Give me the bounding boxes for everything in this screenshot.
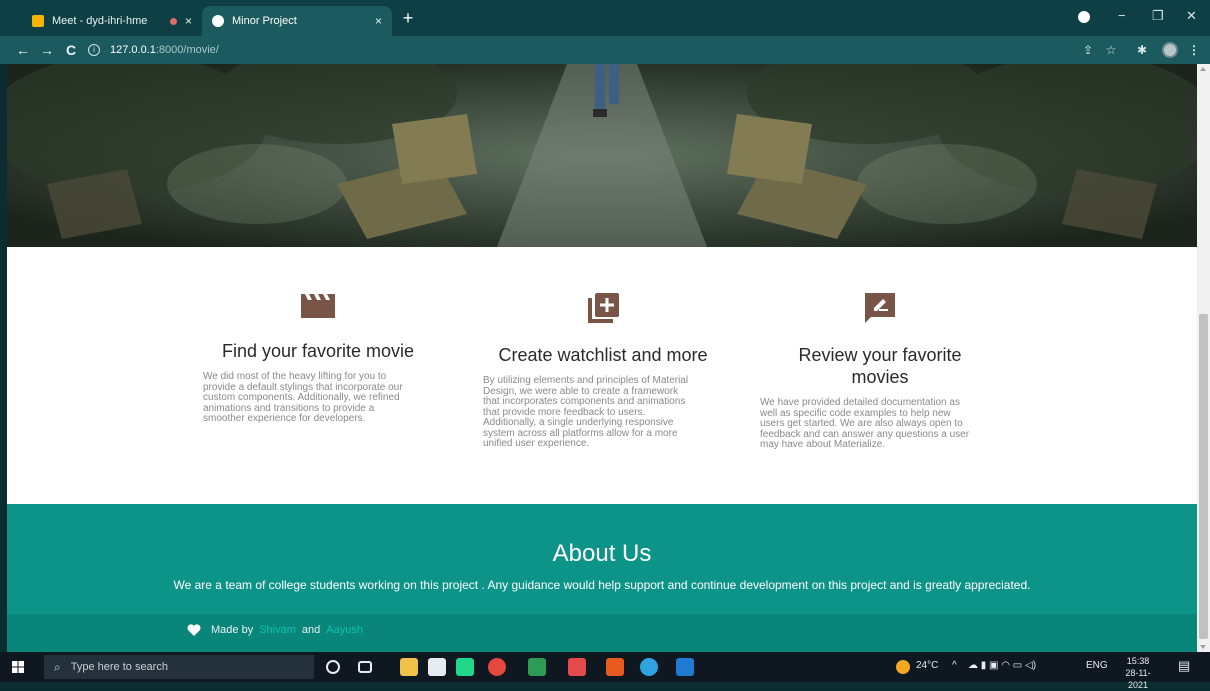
feature-title: Find your favorite movie xyxy=(221,341,415,361)
profile-avatar[interactable] xyxy=(1162,42,1178,58)
tab-title: Meet - dyd-ihri-hme xyxy=(52,15,148,27)
browser-toolbar: ← → C i 127.0.0.1 :8000/movie/ ⇪ ☆ ✱ ⋮ xyxy=(0,36,1210,64)
feature-review-movies: Review your favorite movies We have prov… xyxy=(760,290,1000,451)
share-icon[interactable]: ⇪ xyxy=(1080,42,1096,58)
chrome-icon[interactable] xyxy=(488,658,506,676)
scroll-up-icon[interactable] xyxy=(1200,67,1206,71)
close-tab-icon[interactable]: × xyxy=(185,14,192,28)
scrollbar-thumb[interactable] xyxy=(1199,314,1208,639)
cortana-icon[interactable] xyxy=(326,660,340,674)
task-view-icon[interactable] xyxy=(358,661,372,673)
author-link-aayush[interactable]: Aayush xyxy=(326,624,363,636)
profile-indicator-icon[interactable] xyxy=(1078,11,1090,23)
window-border xyxy=(0,64,7,652)
heart-icon xyxy=(187,624,201,636)
restore-button[interactable]: ❐ xyxy=(1152,8,1164,24)
windows-taskbar: ⌕ Type here to search 24°C ^ ☁ ▮ ▣ ◠ ▭ ◁… xyxy=(0,652,1210,690)
feature-description: By utilizing elements and principles of … xyxy=(483,375,689,449)
telegram-icon[interactable] xyxy=(640,658,658,676)
app-icon[interactable] xyxy=(528,658,546,676)
search-icon: ⌕ xyxy=(54,659,61,674)
recording-indicator-icon xyxy=(169,17,177,25)
author-link-shivam[interactable]: Shivam xyxy=(259,624,296,636)
scroll-down-icon[interactable] xyxy=(1200,645,1206,649)
taskbar-search-box[interactable]: ⌕ Type here to search xyxy=(44,655,314,679)
library-add-icon xyxy=(588,293,619,323)
new-tab-button[interactable]: + xyxy=(398,8,418,28)
made-by-label: Made by xyxy=(211,624,254,636)
meet-favicon-icon xyxy=(32,15,44,27)
movie-clapper-icon xyxy=(301,294,335,318)
feature-title: Review your favorite movies xyxy=(798,345,962,387)
extensions-icon[interactable]: ✱ xyxy=(1134,42,1150,58)
taskbar-clock[interactable]: 15:38 28-11-2021 xyxy=(1116,655,1160,691)
rate-review-icon xyxy=(865,293,895,323)
browser-menu-icon[interactable]: ⋮ xyxy=(1186,42,1202,58)
notifications-icon[interactable]: ▤ xyxy=(1178,658,1190,674)
windows-start-icon[interactable] xyxy=(12,661,24,673)
feature-create-watchlist: Create watchlist and more By utilizing e… xyxy=(483,290,723,450)
feature-description: We did most of the heavy lifting for you… xyxy=(203,371,403,424)
forest-scene-image xyxy=(7,64,1197,247)
back-button[interactable]: ← xyxy=(14,41,32,59)
url-host: 127.0.0.1 xyxy=(110,44,156,56)
feature-title: Create watchlist and more xyxy=(498,345,708,365)
hero-banner-image xyxy=(7,64,1197,247)
weather-sun-icon[interactable] xyxy=(896,660,910,674)
bookmark-star-icon[interactable]: ☆ xyxy=(1103,42,1119,58)
tab-meet[interactable]: Meet - dyd-ihri-hme × xyxy=(22,6,202,36)
minimize-button[interactable]: − xyxy=(1118,8,1126,23)
about-text: We are a team of college students workin… xyxy=(173,578,1031,592)
made-by-credit: Made by Shivam and Aayush xyxy=(187,624,369,636)
about-section: About Us We are a team of college studen… xyxy=(7,504,1197,614)
pycharm-icon[interactable] xyxy=(456,658,474,676)
cc-app-icon[interactable] xyxy=(568,658,586,676)
site-info-icon[interactable]: i xyxy=(88,44,100,56)
language-indicator[interactable]: ENG xyxy=(1086,660,1108,671)
globe-favicon-icon xyxy=(212,15,224,27)
store-icon[interactable] xyxy=(428,658,446,676)
search-placeholder: Type here to search xyxy=(70,661,168,673)
address-bar[interactable]: i 127.0.0.1 :8000/movie/ xyxy=(88,40,1048,60)
weather-temperature[interactable]: 24°C xyxy=(916,660,938,671)
about-title: About Us xyxy=(552,540,652,567)
close-tab-icon[interactable]: × xyxy=(375,14,382,28)
tab-title: Minor Project xyxy=(232,15,297,27)
vscode-icon[interactable] xyxy=(676,658,694,676)
page-scrollbar[interactable] xyxy=(1197,64,1210,652)
office-icon[interactable] xyxy=(606,658,624,676)
url-path: :8000/movie/ xyxy=(155,44,219,56)
tray-chevron-icon[interactable]: ^ xyxy=(952,660,957,671)
browser-tab-strip: Meet - dyd-ihri-hme × Minor Project × + … xyxy=(0,0,1210,36)
feature-find-movie: Find your favorite movie We did most of … xyxy=(203,290,433,425)
tab-minor-project[interactable]: Minor Project × xyxy=(202,6,392,36)
page-footer: Made by Shivam and Aayush xyxy=(7,614,1197,652)
window-close-button[interactable]: ✕ xyxy=(1186,8,1197,24)
feature-description: We have provided detailed documentation … xyxy=(760,397,970,450)
and-label: and xyxy=(301,624,321,636)
reload-button[interactable]: C xyxy=(62,41,80,59)
forward-button[interactable]: → xyxy=(38,41,56,59)
page-viewport: Find your favorite movie We did most of … xyxy=(7,64,1197,652)
clock-date: 28-11-2021 xyxy=(1125,668,1151,690)
file-explorer-icon[interactable] xyxy=(400,658,418,676)
tray-icons[interactable]: ☁ ▮ ▣ ◠ ▭ ◁) xyxy=(968,660,1036,671)
clock-time: 15:38 xyxy=(1126,656,1150,666)
